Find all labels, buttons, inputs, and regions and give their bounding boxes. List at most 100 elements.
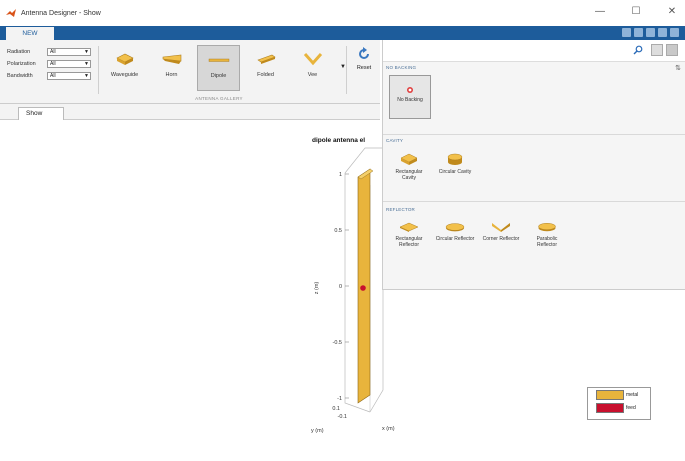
- waveguide-label: Waveguide: [110, 72, 139, 78]
- legend: metal feed: [587, 387, 651, 420]
- legend-row-metal: metal: [588, 388, 650, 401]
- reset-icon: [359, 47, 369, 59]
- folded-icon: [256, 54, 276, 64]
- folded-button[interactable]: Folded: [244, 45, 287, 91]
- horn-label: Horn: [165, 72, 178, 78]
- feed-point: [360, 285, 366, 291]
- tab-new[interactable]: NEW: [6, 27, 54, 40]
- list-view-icon[interactable]: [651, 44, 663, 56]
- matlab-logo-icon: [6, 9, 16, 17]
- no-backing-icon: [407, 87, 413, 93]
- rectangular-cavity-button[interactable]: Rectangular Cavity: [388, 152, 430, 181]
- backing-gallery-panel: ⇅ NO BACKING No Backing CAVITY Rectangul…: [382, 40, 685, 290]
- waveguide-icon: [115, 53, 134, 65]
- dipole-button[interactable]: Dipole: [197, 45, 240, 91]
- z-tick-label: 0.5: [334, 228, 342, 234]
- radiation-select[interactable]: All: [47, 48, 91, 56]
- filter-row: Radiation All: [7, 47, 91, 57]
- z-tick-label: -0.5: [333, 340, 342, 346]
- section-header: NO BACKING: [386, 65, 417, 70]
- waveguide-button[interactable]: Waveguide: [103, 45, 146, 91]
- feed-swatch: [596, 402, 624, 413]
- reset-button[interactable]: Reset: [350, 47, 378, 71]
- quick-access-toolbar: [622, 28, 679, 37]
- corner-reflector-icon: [492, 223, 510, 232]
- reflector-section: REFLECTOR Rectangular Reflector Circular…: [383, 206, 685, 248]
- undo-icon[interactable]: [634, 28, 643, 37]
- window-title: Antenna Designer - Show: [21, 9, 101, 17]
- bandwidth-select[interactable]: All: [47, 72, 91, 80]
- maximize-button[interactable]: ☐: [629, 6, 643, 17]
- polarization-label: Polarization: [7, 61, 36, 67]
- dipole-label: Dipole: [210, 73, 227, 79]
- parabolic-reflector-button[interactable]: Parabolic Reflector: [526, 221, 568, 248]
- dipole-icon: [208, 58, 229, 62]
- antenna-gallery: Waveguide Horn Dipole Folded Vee: [103, 45, 334, 91]
- circular-cavity-button[interactable]: Circular Cavity: [434, 152, 476, 181]
- no-backing-section: NO BACKING No Backing: [383, 64, 685, 119]
- rectangular-cavity-icon: [400, 153, 418, 165]
- rectangular-reflector-icon: [399, 222, 419, 232]
- legend-feed-label: feed: [626, 404, 636, 411]
- rectangular-reflector-button[interactable]: Rectangular Reflector: [388, 221, 430, 248]
- no-backing-label: No Backing: [397, 97, 423, 103]
- gallery-section-label: ANTENNA GALLERY: [195, 96, 243, 101]
- toolstrip: Radiation All Polarization All Bandwidth…: [0, 40, 380, 104]
- layout-icon[interactable]: [658, 28, 667, 37]
- parabolic-reflector-label: Parabolic Reflector: [536, 236, 558, 248]
- circular-cavity-icon: [447, 153, 463, 165]
- ribbon-tab-strip: NEW: [0, 26, 685, 40]
- divider: [346, 46, 347, 94]
- filter-row: Bandwidth All: [7, 71, 91, 81]
- parabolic-reflector-icon: [538, 223, 556, 232]
- vee-icon: [303, 53, 322, 66]
- circular-cavity-label: Circular Cavity: [438, 169, 472, 175]
- filter-group: Radiation All Polarization All Bandwidth…: [7, 47, 91, 83]
- grid-view-icon[interactable]: [666, 44, 678, 56]
- no-backing-button[interactable]: No Backing: [389, 75, 431, 119]
- save-icon[interactable]: [622, 28, 631, 37]
- divider: [98, 46, 99, 94]
- corner-reflector-button[interactable]: Corner Reflector: [480, 221, 522, 248]
- y-tick-label: 0.1: [332, 406, 340, 412]
- tab-show[interactable]: Show: [18, 107, 64, 120]
- rectangular-cavity-label: Rectangular Cavity: [395, 169, 423, 181]
- x-axis-label: x (m): [382, 426, 395, 432]
- filter-row: Polarization All: [7, 59, 91, 69]
- legend-metal-label: metal: [626, 391, 639, 398]
- corner-reflector-label: Corner Reflector: [482, 236, 520, 242]
- minimize-button[interactable]: —: [593, 6, 607, 17]
- section-header: CAVITY: [386, 138, 404, 143]
- reset-label: Reset: [356, 65, 372, 71]
- z-tick-label: 1: [339, 172, 342, 178]
- divider: [383, 201, 685, 202]
- horn-icon: [162, 54, 181, 64]
- circular-reflector-label: Circular Reflector: [435, 236, 475, 242]
- vee-button[interactable]: Vee: [291, 45, 334, 91]
- metal-swatch: [596, 389, 624, 400]
- cavity-section: CAVITY Rectangular Cavity Circular Cavit…: [383, 137, 685, 181]
- redo-icon[interactable]: [646, 28, 655, 37]
- close-button[interactable]: ✕: [665, 6, 679, 17]
- document-tab-strip: Show: [0, 104, 380, 120]
- vee-label: Vee: [307, 72, 318, 78]
- divider: [383, 134, 685, 135]
- panel-search-bar: [383, 40, 685, 62]
- circular-reflector-button[interactable]: Circular Reflector: [434, 221, 476, 248]
- z-tick-label: 0: [339, 284, 342, 290]
- z-tick-label: -1: [337, 396, 342, 402]
- help-icon[interactable]: [670, 28, 679, 37]
- circular-reflector-icon: [445, 223, 465, 232]
- title-bar: Antenna Designer - Show — ☐ ✕: [0, 0, 685, 26]
- polarization-select[interactable]: All: [47, 60, 91, 68]
- search-icon[interactable]: [633, 45, 643, 55]
- folded-label: Folded: [257, 72, 274, 78]
- bandwidth-label: Bandwidth: [7, 73, 33, 79]
- radiation-label: Radiation: [7, 49, 31, 55]
- legend-row-feed: feed: [588, 401, 650, 414]
- z-axis-label: z (m): [314, 282, 320, 295]
- y-axis-label: y (m): [311, 428, 324, 434]
- y-tick-label: -0.1: [338, 414, 347, 420]
- horn-button[interactable]: Horn: [150, 45, 193, 91]
- section-header: REFLECTOR: [386, 207, 415, 212]
